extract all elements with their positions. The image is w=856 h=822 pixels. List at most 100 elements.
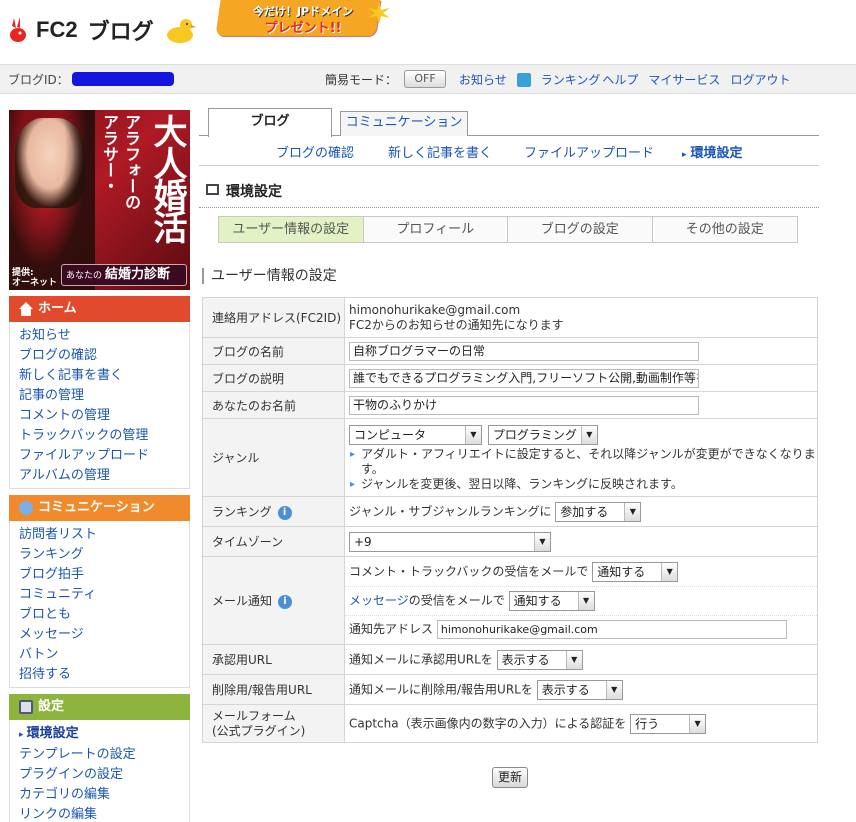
update-button[interactable]: 更新	[492, 767, 528, 788]
your-name-label: あなたのお名前	[202, 391, 345, 419]
sidebar-item-manage-posts[interactable]: 記事の管理	[19, 386, 189, 406]
main-tabs: ブログ コミュニケーション	[199, 108, 819, 137]
konkatsu-ad-banner[interactable]: アラサー・ アラフォーの 大人婚活 提供: オーネット あなたの 結婚力診断	[9, 110, 190, 290]
chevron-down-icon: ▼	[534, 532, 550, 551]
logo-blog-text: ブログ	[87, 20, 154, 45]
sidebar-head-home-label: ホーム	[38, 301, 77, 316]
sidebar-item-community[interactable]: コミュニティ	[19, 585, 189, 605]
sidebar-head-communication-label: コミュニケーション	[38, 500, 155, 515]
home-icon	[19, 302, 33, 316]
ad-cta-small: あなたの	[66, 271, 103, 281]
jp-domain-promo-banner[interactable]: 今だけ！JPドメイン プレゼント!!	[215, 0, 388, 40]
blog-name-input[interactable]: 自称ブログラマーの日常	[349, 341, 699, 361]
captcha-select[interactable]: 行う ▼	[630, 713, 707, 734]
sidebar-item-file-upload[interactable]: ファイルアップロード	[19, 446, 189, 466]
settings-tab-other[interactable]: その他の設定	[652, 217, 797, 242]
sidebar-item-blotomo[interactable]: ブロとも	[19, 605, 189, 625]
subnav-environment[interactable]: ▸ 環境設定	[682, 142, 743, 161]
mail-comment-select-value: 通知する	[597, 565, 646, 579]
twitter-icon[interactable]	[516, 72, 531, 87]
ranking-select[interactable]: 参加する ▼	[555, 501, 642, 522]
row-genre: ジャンル コンピュータ▼ プログラミング▼ アダルト・アフィリエイトに設定すると…	[202, 418, 818, 497]
sidebar-item-visitors[interactable]: 訪問者リスト	[19, 525, 189, 545]
subnav-file-upload[interactable]: ファイルアップロード	[524, 142, 654, 161]
sidebar-item-baton[interactable]: バトン	[19, 645, 189, 665]
chevron-down-icon: ▼	[624, 502, 641, 521]
mail-message-select[interactable]: 通知する ▼	[508, 591, 595, 611]
settings-tab-blog[interactable]: ブログの設定	[508, 217, 653, 242]
sidebar-item-manage-trackbacks[interactable]: トラックバックの管理	[19, 426, 189, 446]
sidebar: アラサー・ アラフォーの 大人婚活 提供: オーネット あなたの 結婚力診断 ホー…	[9, 110, 190, 822]
mail-label-cell: メール通知 i	[202, 556, 345, 645]
nav-news-link[interactable]: お知らせ	[459, 71, 507, 88]
subnav-blog-check[interactable]: ブログの確認	[276, 142, 354, 161]
row-approve-url: 承認用URL 通知メールに承認用URLを 表示する ▼	[202, 644, 818, 675]
settings-tab-user-info[interactable]: ユーザー情報の設定	[219, 217, 364, 242]
row-mailform: メールフォーム (公式プラグイン) Captcha（表示画像内の数字の入力）によ…	[202, 704, 818, 743]
ad-cta-button[interactable]: あなたの 結婚力診断	[61, 264, 187, 286]
blog-name-cell: 自称ブログラマーの日常	[344, 337, 818, 365]
subnav-new-post[interactable]: 新しく記事を書く	[388, 142, 492, 161]
sidebar-item-categories[interactable]: カテゴリの編集	[19, 785, 189, 805]
row-your-name: あなたのお名前 干物のふりかけ	[202, 391, 818, 419]
genre-note-1: アダルト・アフィリエイトに設定すると、それ以降ジャンルが変更ができなくなります。	[349, 447, 817, 477]
sidebar-item-links[interactable]: リンクの編集	[19, 805, 189, 822]
delete-select[interactable]: 表示する ▼	[536, 679, 623, 700]
row-mail: メール通知 i コメント・トラックバックの受信をメールで 通知する ▼ メッセージの…	[202, 556, 818, 645]
timezone-select-value: +9	[354, 534, 372, 549]
sidebar-item-ranking[interactable]: ランキング	[19, 545, 189, 565]
sidebar-item-blog-check[interactable]: ブログの確認	[19, 346, 189, 366]
sidebar-item-messages[interactable]: メッセージ	[19, 625, 189, 645]
mail-message-link[interactable]: メッセージ	[349, 594, 409, 608]
account-bar: ブログID： 簡易モード： OFF お知らせ ランキング ヘルプ マイサービス …	[0, 64, 856, 94]
header: FC2 ブログ 今だけ！JPドメイン プレゼント!!	[0, 0, 856, 64]
mail-label: メール通知	[212, 594, 273, 608]
blog-id-label: ブログID：	[8, 73, 69, 87]
blog-id-redacted	[72, 72, 174, 86]
nav-logout-link[interactable]: ログアウト	[730, 71, 790, 88]
info-icon[interactable]: i	[278, 594, 293, 609]
fc2-blog-logo[interactable]: FC2 ブログ	[8, 14, 196, 46]
sidebar-item-news[interactable]: お知らせ	[19, 326, 189, 346]
section-title: ユーザー情報の設定	[202, 268, 337, 284]
genre-select[interactable]: コンピュータ ▼	[349, 424, 482, 445]
blog-desc-input[interactable]: 誰でもできるプログラミング入門,フリーソフト公開,動画制作等をメイン	[349, 368, 699, 388]
approve-select[interactable]: 表示する ▼	[496, 649, 583, 670]
sidebar-head-home[interactable]: ホーム	[9, 296, 190, 322]
chevron-down-icon: ▼	[605, 680, 622, 699]
info-icon[interactable]: i	[277, 505, 292, 520]
nav-myservice-link[interactable]: マイサービス	[648, 71, 720, 88]
sidebar-head-settings[interactable]: 設定	[9, 694, 190, 720]
tab-communication[interactable]: コミュニケーション	[340, 111, 468, 136]
mail-comment-select[interactable]: 通知する ▼	[592, 562, 679, 582]
sidebar-item-plugins[interactable]: プラグインの設定	[19, 765, 189, 785]
ad-portrait-shadow	[9, 110, 95, 290]
simple-mode-toggle[interactable]: OFF	[404, 70, 446, 88]
subgenre-select[interactable]: プログラミング ▼	[487, 424, 598, 445]
your-name-input[interactable]: 干物のふりかけ	[349, 395, 699, 415]
delete-cell: 通知メールに削除用/報告用URLを 表示する ▼	[344, 674, 818, 705]
row-timezone: タイムゾーン +9 ▼	[202, 526, 818, 557]
sidebar-item-new-post[interactable]: 新しく記事を書く	[19, 366, 189, 386]
delete-text: 通知メールに削除用/報告用URLを	[349, 682, 533, 696]
sidebar-item-invite[interactable]: 招待する	[19, 665, 189, 685]
tab-blog[interactable]: ブログ	[208, 108, 332, 137]
nav-ranking-link[interactable]: ランキング	[541, 71, 601, 88]
sidebar-section-communication: コミュニケーション 訪問者リスト ランキング ブログ拍手 コミュニティ ブロとも…	[9, 495, 190, 688]
nav-help-link[interactable]: ヘルプ	[602, 71, 638, 88]
delete-select-value: 表示する	[541, 682, 590, 697]
account-nav: お知らせ ランキング ヘルプ マイサービス ログアウト	[459, 71, 800, 88]
mailform-label-2: (公式プラグイン)	[212, 723, 306, 738]
your-name-cell: 干物のふりかけ	[344, 391, 818, 419]
sidebar-item-applause[interactable]: ブログ拍手	[19, 565, 189, 585]
contact-note: FC2からのお知らせの通知先になります	[349, 317, 564, 332]
sidebar-item-environment[interactable]: 環境設定	[19, 724, 189, 745]
mail-address-input[interactable]: himonohurikake@gmail.com	[436, 620, 787, 639]
row-delete-url: 削除用/報告用URL 通知メールに削除用/報告用URLを 表示する ▼	[202, 674, 818, 705]
sidebar-item-manage-comments[interactable]: コメントの管理	[19, 406, 189, 426]
sidebar-item-manage-albums[interactable]: アルバムの管理	[19, 466, 189, 486]
settings-tab-profile[interactable]: プロフィール	[363, 217, 508, 242]
sidebar-item-template[interactable]: テンプレートの設定	[19, 745, 189, 765]
timezone-select[interactable]: +9 ▼	[349, 531, 551, 552]
sidebar-head-communication[interactable]: コミュニケーション	[9, 495, 190, 521]
